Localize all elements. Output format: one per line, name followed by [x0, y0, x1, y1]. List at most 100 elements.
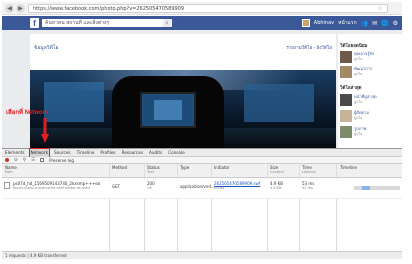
tab-console[interactable]: Console — [167, 149, 186, 157]
tab-timeline[interactable]: Timeline — [76, 149, 96, 157]
network-toolbar: ⊘ ⚲ ☰ Preserve log — [2, 157, 402, 164]
forward-arrow-icon[interactable]: ▶ — [16, 4, 25, 13]
column-header-type[interactable]: Type — [180, 165, 189, 170]
messages-icon[interactable]: ✉ — [372, 20, 377, 27]
column-header-time[interactable]: Time Latency — [302, 165, 316, 175]
sidebar-item[interactable]: ผู้ติดตาม ถูกใจ — [340, 110, 400, 124]
timeline-fill — [362, 186, 370, 190]
column-header-initiator[interactable]: Initiator — [214, 165, 230, 170]
photo-links[interactable]: รายงานวิดีโอ · ฝังวิดีโอ — [286, 44, 332, 51]
thumbnail — [340, 66, 352, 78]
column-divider — [109, 164, 110, 251]
home-link[interactable]: หน้าแรก — [338, 19, 356, 27]
request-initiator[interactable]: 262505470589909.swf Script — [214, 181, 260, 191]
file-icon — [4, 182, 10, 189]
search-placeholder: ค้นหาคน สถานที่ และสิ่งต่างๆ — [45, 20, 110, 26]
tab-profiles[interactable]: Profiles — [99, 149, 116, 157]
sidebar-section-title: วิดีโอล่าสุด — [340, 86, 362, 91]
studio-screen-left — [44, 82, 104, 122]
column-divider — [211, 164, 212, 251]
request-status: 200 OK — [147, 181, 155, 190]
network-status-bar: 1 requests | 4.9 KB transferred — [2, 251, 402, 259]
right-sidebar: วิดีโอยอดนิยม คุณอาจรู้จัก ถูกใจ พัฒนากา… — [338, 34, 402, 148]
studio-screen-right — [244, 84, 314, 122]
bookmark-star-icon[interactable]: ☆ — [378, 5, 383, 13]
tab-audits[interactable]: Audits — [148, 149, 163, 157]
column-header-name[interactable]: Name Path — [5, 165, 17, 175]
column-divider — [336, 164, 337, 251]
sidebar-item-sub: ถูกใจ — [354, 100, 362, 104]
sidebar-item-sub: ถูกใจ — [354, 116, 362, 120]
video-still-image[interactable] — [30, 70, 336, 148]
annotation-arrow-icon — [41, 118, 49, 143]
clear-icon[interactable]: ⊘ — [14, 157, 18, 164]
sidebar-item[interactable]: คุณอาจรู้จัก ถูกใจ — [340, 51, 400, 65]
status-summary: 1 requests | 4.9 KB transferred — [5, 253, 67, 258]
sidebar-item[interactable]: พัฒนาการ ถูกใจ — [340, 66, 400, 80]
preserve-log-checkbox[interactable] — [40, 158, 45, 162]
sidebar-item[interactable]: หน้าที่ดูล่าสุด ถูกใจ — [340, 94, 400, 108]
request-method: GET — [112, 184, 121, 189]
sidebar-item[interactable]: รูปภาพ ถูกใจ — [340, 126, 400, 140]
user-avatar[interactable] — [301, 19, 310, 27]
sidebar-item-title: รูปภาพ — [354, 126, 367, 131]
column-header-status[interactable]: Status Text — [147, 165, 160, 175]
friend-requests-icon[interactable]: 👥 — [361, 20, 368, 27]
sidebar-item-sub: ถูกใจ — [354, 132, 362, 136]
screenshot: ◀ ▶ https://www.facebook.com/photo.php?v… — [0, 0, 412, 264]
viewfinder-screen — [154, 100, 182, 120]
sidebar-item-title: หน้าที่ดูล่าสุด — [354, 94, 377, 99]
thumbnail — [340, 126, 352, 138]
facebook-header: f ค้นหาคน สถานที่ และสิ่งต่างๆ ⌕ Abhinav… — [2, 16, 402, 30]
thumbnail — [340, 51, 352, 63]
address-bar: ◀ ▶ https://www.facebook.com/photo.php?v… — [2, 2, 402, 15]
list-view-icon[interactable]: ☰ — [31, 157, 35, 164]
request-size: 4.9 KB 4.8 KB — [270, 181, 283, 190]
column-divider — [144, 164, 145, 251]
devtools-panel: Elements Network Sources Timeline Profil… — [2, 147, 402, 259]
notifications-icon[interactable]: 🌐 — [381, 20, 388, 27]
photo-header: ข้อมูลวิดีโอ รายงานวิดีโอ · ฝังวิดีโอ — [30, 34, 336, 64]
tab-network[interactable]: Network — [28, 147, 51, 158]
header-right: Abhinav หน้าแรก 👥 ✉ 🌐 ⚙ — [301, 16, 398, 30]
network-table: Name Path Method Status Text Type Initiato… — [2, 164, 402, 251]
column-divider — [299, 164, 300, 251]
photo-title[interactable]: ข้อมูลวิดีโอ — [34, 44, 59, 52]
preserve-log-label: Preserve log — [49, 157, 74, 163]
request-type: application/vnd... — [180, 184, 215, 189]
tab-resources[interactable]: Resources — [121, 149, 144, 157]
request-timeline-bar — [354, 186, 400, 190]
column-divider — [177, 164, 178, 251]
table-row[interactable]: ps07d_hd_1569509143740_2kxsmp+++ea fbcdn-… — [2, 179, 402, 199]
column-header-size[interactable]: Size Content — [270, 165, 284, 175]
facebook-page: ข้อมูลวิดีโอ รายงานวิดีโอ · ฝังวิดีโอ วิ… — [2, 30, 402, 148]
sidebar-item-title: คุณอาจรู้จัก — [354, 51, 375, 56]
settings-icon[interactable]: ⚙ — [393, 20, 398, 27]
thumbnail — [340, 94, 352, 106]
request-name[interactable]: ps07d_hd_1569509143740_2kxsmp+++ea fbcdn-… — [13, 181, 100, 191]
column-header-method[interactable]: Method — [112, 165, 127, 170]
sidebar-item-title: พัฒนาการ — [354, 66, 373, 71]
photo-panel: ข้อมูลวิดีโอ รายงานวิดีโอ · ฝังวิดีโอ — [30, 34, 336, 148]
facebook-logo[interactable]: f — [30, 18, 39, 28]
user-name-link[interactable]: Abhinav — [314, 20, 334, 26]
filter-icon[interactable]: ⚲ — [23, 157, 26, 164]
sidebar-item-sub: ถูกใจ — [354, 57, 362, 61]
tab-sources[interactable]: Sources — [53, 149, 72, 157]
request-time: 53 ms 52 ms — [302, 181, 315, 190]
back-arrow-icon[interactable]: ◀ — [5, 4, 14, 13]
url-field[interactable]: https://www.facebook.com/photo.php?v=262… — [28, 4, 388, 13]
column-header-timeline[interactable]: Timeline — [340, 165, 357, 170]
sidebar-item-title: ผู้ติดตาม — [354, 110, 370, 115]
sidebar-section-title: วิดีโอยอดนิยม — [340, 44, 368, 49]
tab-elements[interactable]: Elements — [4, 149, 26, 157]
search-icon[interactable]: ⌕ — [163, 19, 171, 27]
annotation-label: เลือกที่ Network — [6, 110, 49, 116]
facebook-search-input[interactable]: ค้นหาคน สถานที่ และสิ่งต่างๆ ⌕ — [42, 19, 172, 27]
network-table-header: Name Path Method Status Text Type Initiato… — [2, 164, 402, 178]
record-icon[interactable] — [5, 158, 9, 162]
url-text: https://www.facebook.com/photo.php?v=262… — [33, 6, 185, 12]
sidebar-item-sub: ถูกใจ — [354, 72, 362, 76]
column-divider — [267, 164, 268, 251]
thumbnail — [340, 110, 352, 122]
